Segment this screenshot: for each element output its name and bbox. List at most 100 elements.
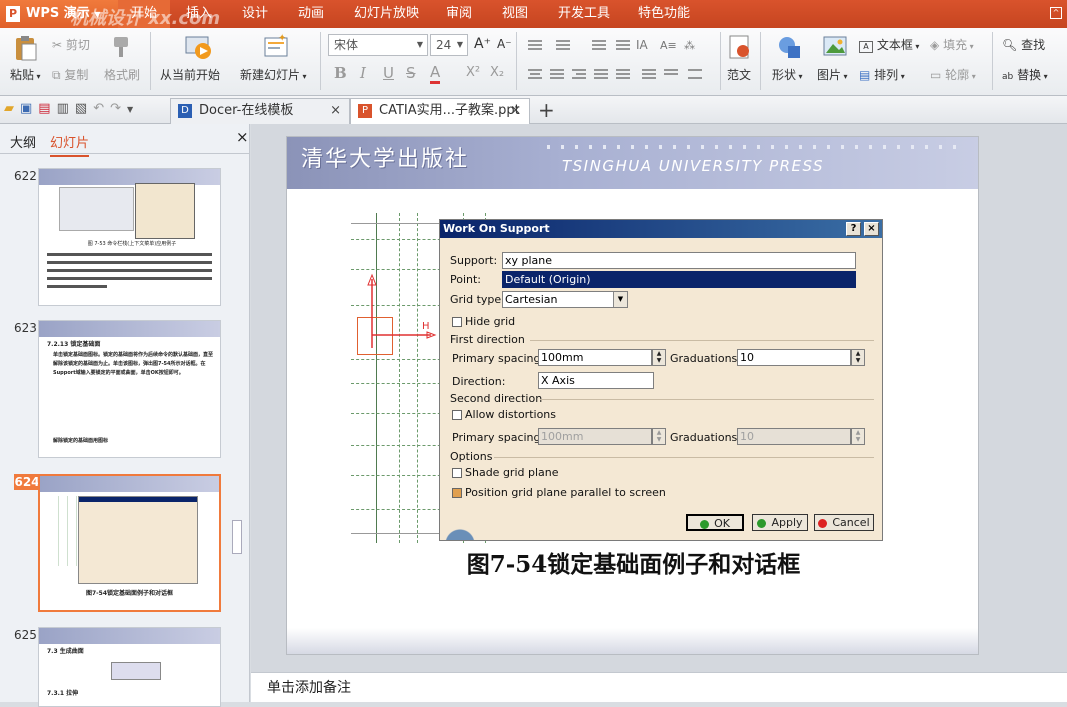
replace-button[interactable]: ab 替换 ▾	[1002, 66, 1048, 83]
tab-outline[interactable]: 大纲	[10, 132, 36, 151]
fill-button[interactable]: ◈ 填充 ▾	[930, 36, 974, 53]
superscript-button[interactable]: X²	[466, 65, 480, 80]
play-from-current-icon	[184, 33, 212, 64]
tab-design[interactable]: 设计	[242, 0, 268, 28]
doc-tab-docer[interactable]: D Docer-在线模板 ×	[170, 98, 350, 124]
shade-grid-plane-label: Shade grid plane	[465, 466, 559, 479]
open-folder-icon[interactable]: ▰	[4, 101, 20, 116]
font-shrink-button[interactable]: A⁻	[497, 37, 512, 51]
ribbon-divider	[720, 32, 721, 90]
slide-thumbnail-623[interactable]: 7.2.13 锁定基础面 单击锁定基础面图标。锁定的基础面将作为后续命令的默认基…	[38, 320, 221, 458]
slide-thumbnail-624[interactable]: 图7-54锁定基础面例子和对话框	[38, 474, 221, 612]
template-button[interactable]: 范文	[727, 66, 751, 83]
find-button[interactable]: 🔍︎ 查找	[1002, 36, 1045, 53]
tab-animation[interactable]: 动画	[298, 0, 324, 28]
slide-caption: 图7-54锁定基础面例子和对话框	[466, 551, 801, 578]
textbox-button[interactable]: A 文本框 ▾	[859, 36, 919, 53]
format-painter-button[interactable]: 格式刷	[104, 66, 140, 83]
font-color-button[interactable]: A	[430, 63, 441, 84]
font-grow-button[interactable]: A⁺	[474, 36, 491, 52]
tab-slides[interactable]: 幻灯片	[50, 132, 90, 157]
support-field[interactable]: xy plane	[502, 252, 856, 269]
tab-slideshow[interactable]: 幻灯片放映	[354, 0, 419, 28]
preview-icon[interactable]: ▧	[75, 101, 93, 116]
ribbon-divider	[320, 32, 321, 90]
from-current-button[interactable]: 从当前开始	[160, 66, 220, 83]
primary-spacing-label-1: Primary spacing:	[452, 352, 545, 365]
point-field[interactable]: Default (Origin)	[502, 271, 856, 288]
banner-title-cn: 清华大学出版社	[301, 147, 470, 172]
paste-icon[interactable]	[10, 34, 42, 62]
direction-field[interactable]: X Axis	[538, 372, 654, 389]
save-icon[interactable]: ▣	[20, 101, 38, 116]
cancel-button[interactable]: Cancel	[814, 514, 874, 531]
copy-icon: ⧉	[52, 68, 65, 82]
apply-button[interactable]: Apply	[752, 514, 808, 531]
outline-button[interactable]: ▭ 轮廓 ▾	[930, 66, 976, 83]
wps-logo-icon: P	[6, 5, 20, 22]
close-tab-icon[interactable]: ×	[330, 99, 341, 123]
arrange-icon: ▤	[859, 68, 871, 82]
picture-button[interactable]: 图片 ▾	[817, 66, 848, 83]
close-panel-icon[interactable]: ×	[236, 128, 249, 146]
second-direction-heading: Second direction	[450, 392, 543, 405]
slide-heading: 7.3 生成曲面	[47, 648, 84, 655]
apply-led-icon	[757, 518, 767, 528]
graduations-field-1[interactable]: 10	[737, 349, 851, 366]
cut-button[interactable]: ✂ 剪切	[52, 36, 90, 53]
tab-view[interactable]: 视图	[502, 0, 528, 28]
slide-thumbnail-625[interactable]: 7.3 生成曲面 7.3.1 拉伸	[38, 627, 221, 707]
tab-special[interactable]: 特色功能	[638, 0, 690, 28]
current-slide[interactable]: 清华大学出版社 TSINGHUA UNIVERSITY PRESS H Work…	[286, 136, 979, 655]
font-size-select[interactable]: 24 ▼	[430, 34, 468, 56]
chevron-down-icon[interactable]: ▼	[127, 105, 139, 114]
spinner-icon[interactable]: ▲ ▼	[851, 428, 865, 445]
panel-scrollbar-thumb[interactable]	[232, 520, 242, 554]
allow-distortions-checkbox[interactable]	[452, 410, 462, 420]
spinner-icon[interactable]: ▲ ▼	[652, 428, 666, 445]
new-slide-button[interactable]: 新建幻灯片 ▾	[240, 66, 307, 83]
underline-button[interactable]: U	[383, 64, 394, 82]
notes-area[interactable]: 单击添加备注	[251, 672, 1067, 702]
quick-access-toolbar: ▰▣▤▥▧↶↷▼	[4, 101, 168, 119]
tab-developer[interactable]: 开发工具	[558, 0, 610, 28]
shape-button[interactable]: 形状 ▾	[772, 66, 803, 83]
redo-icon[interactable]: ↷	[110, 101, 127, 116]
ok-button[interactable]: OK	[686, 514, 744, 531]
slide-caption: 图7-54锁定基础面例子和对话框	[85, 590, 173, 597]
italic-button[interactable]: I	[360, 64, 366, 82]
shade-grid-plane-checkbox[interactable]	[452, 468, 462, 478]
graduations-field-2[interactable]: 10	[737, 428, 851, 445]
spinner-icon[interactable]: ▲ ▼	[851, 349, 865, 366]
bold-button[interactable]: B	[334, 64, 347, 82]
close-tab-icon[interactable]: ×	[510, 99, 521, 123]
hide-grid-checkbox[interactable]	[452, 317, 462, 327]
copy-button[interactable]: ⧉ 复制	[52, 66, 88, 83]
shape-icon	[776, 34, 804, 63]
spinner-icon[interactable]: ▲ ▼	[652, 349, 666, 366]
tab-review[interactable]: 审阅	[446, 0, 472, 28]
subscript-button[interactable]: X₂	[490, 65, 504, 80]
fill-icon: ◈	[930, 38, 940, 52]
close-button[interactable]: ×	[864, 222, 879, 236]
graduations-label-1: Graduations:	[670, 352, 741, 365]
grid-type-select[interactable]: Cartesian ▼	[502, 291, 628, 308]
collapse-ribbon-icon[interactable]: ^	[1050, 7, 1062, 19]
font-name-select[interactable]: 宋体 ▼	[328, 34, 428, 56]
slide-thumbnail-622[interactable]: 图 7-53 命令栏栈(上下文菜单)应用例子	[38, 168, 221, 306]
strikethrough-button[interactable]: S	[406, 64, 416, 82]
new-tab-button[interactable]: +	[538, 98, 555, 122]
help-button[interactable]: ?	[846, 222, 861, 236]
scissors-icon: ✂	[52, 38, 66, 52]
arrange-button[interactable]: ▤ 排列 ▾	[859, 66, 905, 83]
position-grid-checkbox[interactable]	[452, 488, 462, 498]
primary-spacing-field-1[interactable]: 100mm	[538, 349, 652, 366]
print-icon[interactable]: ▥	[57, 101, 75, 116]
primary-spacing-field-2[interactable]: 100mm	[538, 428, 652, 445]
paste-button[interactable]: 粘贴 ▾	[10, 66, 41, 83]
doc-tab-catia[interactable]: P CATIA实用...子教案.ppt ×	[350, 98, 530, 124]
dialog-titlebar: Work On Support	[440, 220, 882, 238]
pdf-icon[interactable]: ▤	[38, 101, 56, 116]
undo-icon[interactable]: ↶	[93, 101, 110, 116]
ribbon-divider	[992, 32, 993, 90]
